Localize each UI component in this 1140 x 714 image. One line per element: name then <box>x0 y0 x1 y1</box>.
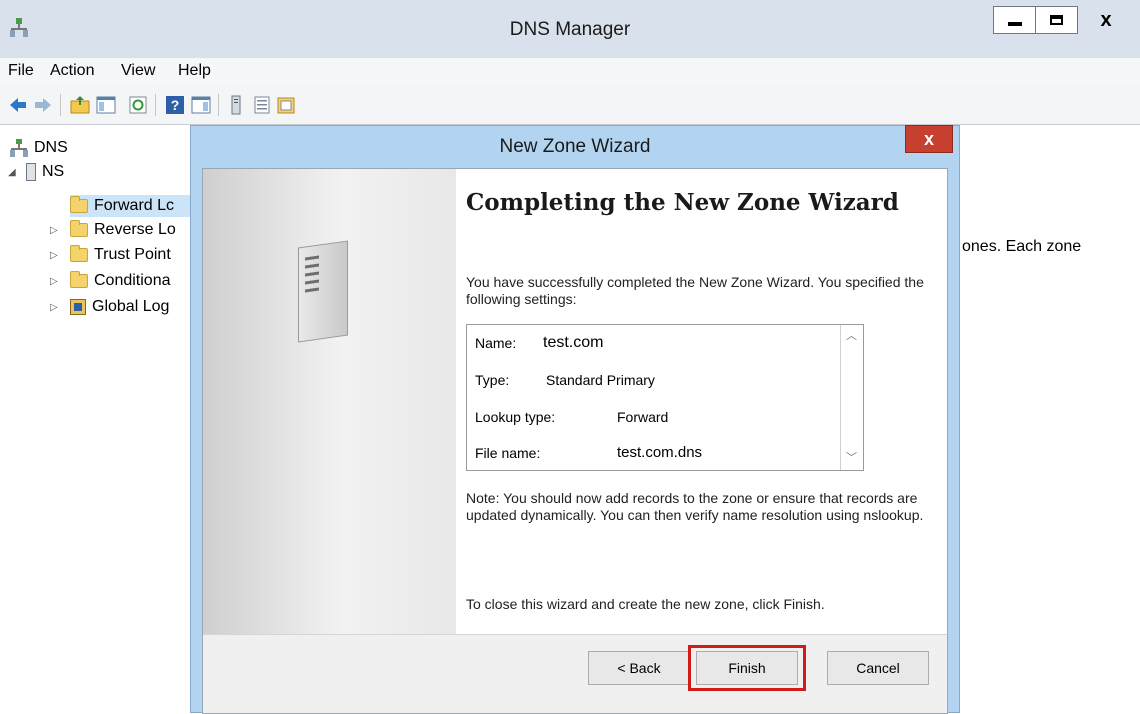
server-icon <box>26 163 36 181</box>
properties-icon[interactable] <box>276 95 296 115</box>
server-icon[interactable] <box>226 95 246 115</box>
setting-value: test.com.dns <box>617 444 703 461</box>
dialog-close-button[interactable]: x <box>905 125 953 153</box>
wizard-button-bar: < Back Finish Cancel <box>203 634 947 713</box>
menu-view[interactable]: View <box>121 62 155 80</box>
setting-value: test.com <box>543 334 604 351</box>
refresh-icon[interactable] <box>128 95 148 115</box>
expand-caret-icon[interactable]: ▷ <box>50 276 62 287</box>
maximize-icon <box>1050 15 1063 25</box>
wizard-body: Completing the New Zone Wizard You have … <box>202 168 948 714</box>
cancel-button[interactable]: Cancel <box>827 651 929 685</box>
help-icon[interactable]: ? <box>165 95 185 115</box>
wizard-side-panel <box>203 169 456 634</box>
scroll-up-icon[interactable]: ︿ <box>843 328 860 345</box>
back-arrow-icon[interactable] <box>8 95 28 115</box>
minimize-icon <box>1007 22 1022 26</box>
menu-action[interactable]: Action <box>50 62 94 80</box>
server-illustration-icon <box>298 240 348 343</box>
collapse-caret-icon[interactable]: ◢ <box>8 167 20 178</box>
tree-item-label: Trust Point <box>94 246 171 263</box>
setting-label: File name: <box>475 445 541 461</box>
toolbar: ? <box>0 86 1140 125</box>
note-text: Note: You should now add records to the … <box>466 490 924 523</box>
show-hide-console-tree-icon[interactable] <box>96 95 116 115</box>
event-log-icon <box>70 299 86 315</box>
setting-label: Name: <box>475 335 517 351</box>
scroll-down-icon[interactable]: ﹀ <box>843 450 860 467</box>
expand-caret-icon[interactable]: ▷ <box>50 225 62 236</box>
folder-icon <box>70 220 88 237</box>
expand-caret-icon[interactable]: ▷ <box>50 250 62 261</box>
folder-icon <box>70 271 88 288</box>
tree-item-global-logs[interactable]: ▷ Global Log <box>50 296 169 318</box>
tree-item-conditional-forwarders[interactable]: ▷ Conditiona <box>50 270 171 292</box>
tree-item-label: Conditiona <box>94 272 171 289</box>
tree-item-label: Global Log <box>92 298 170 315</box>
close-button[interactable]: x <box>1077 6 1135 34</box>
wizard-content: Completing the New Zone Wizard You have … <box>456 169 947 634</box>
title-bar: DNS Manager x <box>0 0 1140 58</box>
minimize-button[interactable] <box>993 6 1036 34</box>
window-title: DNS Manager <box>509 19 631 40</box>
tree-item-dns[interactable]: DNS <box>10 137 68 159</box>
finish-highlight-box <box>688 645 806 691</box>
tree-item-label: Reverse Lo <box>94 221 176 238</box>
forward-arrow-icon[interactable] <box>33 95 53 115</box>
tree-item-forward-lookup-zones[interactable]: Forward Lc <box>70 195 200 217</box>
new-zone-wizard-dialog: New Zone Wizard x Completing the New Zon… <box>190 125 960 714</box>
menu-bar: File Action View Help <box>0 58 1140 86</box>
setting-label: Lookup type: <box>475 409 556 425</box>
svg-text:?: ? <box>171 97 180 113</box>
intro-text: You have successfully completed the New … <box>466 274 924 307</box>
setting-value: Forward <box>617 409 669 425</box>
console-tree: DNS ◢ NS Forward Lc ▷ Reverse Lo ▷ Trust… <box>0 125 200 713</box>
folder-icon <box>70 196 88 213</box>
main-pane-description: ones. Each zone <box>962 238 1082 255</box>
tree-item-reverse-lookup-zones[interactable]: ▷ Reverse Lo <box>50 219 176 241</box>
dns-icon <box>10 139 28 157</box>
closing-text: To close this wizard and create the new … <box>466 596 825 612</box>
list-icon[interactable] <box>252 95 272 115</box>
maximize-button[interactable] <box>1035 6 1078 34</box>
back-button[interactable]: < Back <box>588 651 690 685</box>
folder-icon <box>70 245 88 262</box>
toolbar-separator <box>155 94 156 116</box>
tree-item-label: DNS <box>34 139 68 156</box>
tree-item-server[interactable]: ◢ NS <box>8 161 64 183</box>
up-folder-icon[interactable] <box>70 95 90 115</box>
menu-help[interactable]: Help <box>178 62 211 80</box>
tree-item-label: Forward Lc <box>94 197 175 214</box>
wizard-heading: Completing the New Zone Wizard <box>466 189 899 216</box>
action-pane-icon[interactable] <box>191 95 211 115</box>
setting-value: Standard Primary <box>546 372 655 388</box>
tree-item-label: NS <box>42 163 65 180</box>
toolbar-separator <box>60 94 61 116</box>
menu-file[interactable]: File <box>8 62 34 80</box>
expand-caret-icon[interactable]: ▷ <box>50 302 62 313</box>
setting-label: Type: <box>475 372 510 388</box>
tree-item-trust-points[interactable]: ▷ Trust Point <box>50 244 171 266</box>
settings-summary-box[interactable]: Name: test.com Type: Standard Primary Lo… <box>466 324 864 471</box>
settings-scrollbar[interactable]: ︿ ﹀ <box>840 325 863 470</box>
dialog-title: New Zone Wizard <box>499 136 651 157</box>
toolbar-separator <box>218 94 219 116</box>
